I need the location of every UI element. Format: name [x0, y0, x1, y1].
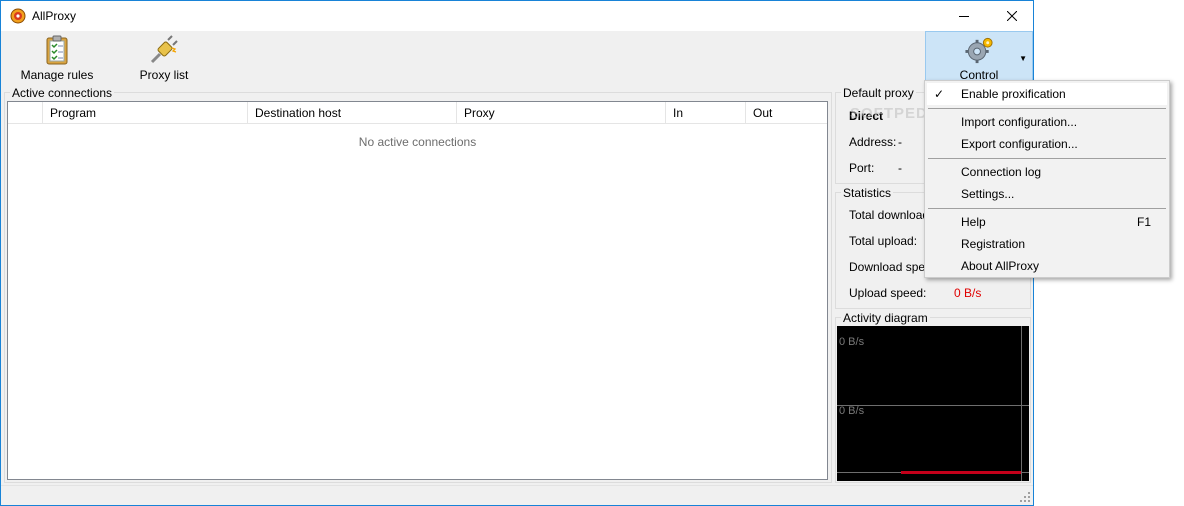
menu-item-connection-log[interactable]: Connection log	[927, 161, 1167, 183]
menu-item-label: Export configuration...	[961, 137, 1078, 151]
menu-item-label: Import configuration...	[961, 115, 1078, 129]
close-button[interactable]	[989, 1, 1035, 31]
control-button[interactable]: Control ▼	[925, 31, 1033, 83]
app-window: AllProxy Manage rules Proxy list Control…	[0, 0, 1034, 506]
diagram-cursor-line	[1021, 326, 1022, 481]
port-value: -	[898, 161, 902, 175]
menu-item-label: Registration	[961, 237, 1026, 251]
menu-item-help[interactable]: Help F1	[927, 211, 1167, 233]
menu-item-enable-proxification[interactable]: ✓ Enable proxification	[927, 83, 1167, 105]
menu-separator	[928, 158, 1166, 159]
menu-item-export-configuration[interactable]: Export configuration...	[927, 133, 1167, 155]
proxy-list-label: Proxy list	[139, 68, 189, 82]
resize-grip-icon[interactable]	[1020, 492, 1030, 502]
list-header: Program Destination host Proxy In Out	[8, 102, 827, 124]
empty-list-message: No active connections	[358, 135, 477, 149]
window-title: AllProxy	[32, 9, 77, 23]
diagram-traffic-line	[901, 471, 1021, 474]
status-bar	[1, 485, 1033, 505]
menu-item-import-configuration[interactable]: Import configuration...	[927, 111, 1167, 133]
upload-speed-label: Upload speed:	[849, 286, 927, 300]
menu-separator	[928, 208, 1166, 209]
toolbar: Manage rules Proxy list Control ▼	[1, 31, 1033, 83]
menu-item-label: Enable proxification	[961, 87, 1066, 101]
title-bar: AllProxy	[1, 1, 1033, 31]
column-in[interactable]: In	[665, 102, 745, 124]
menu-item-registration[interactable]: Registration	[927, 233, 1167, 255]
diagram-top-label: 0 B/s	[839, 336, 865, 348]
address-label: Address:	[849, 135, 897, 149]
active-connections-title: Active connections	[10, 86, 115, 100]
connections-list[interactable]: Program Destination host Proxy In Out No…	[7, 101, 828, 480]
menu-item-label: About AllProxy	[961, 259, 1040, 273]
diagram-midline	[837, 405, 1029, 406]
menu-item-shortcut: F1	[1136, 215, 1151, 229]
proxy-list-button[interactable]: Proxy list	[131, 31, 197, 83]
manage-rules-button[interactable]: Manage rules	[15, 31, 99, 83]
plug-icon	[150, 35, 178, 64]
close-icon	[1007, 11, 1017, 21]
column-destination-host[interactable]: Destination host	[247, 102, 456, 124]
gears-icon	[965, 37, 993, 64]
manage-rules-label: Manage rules	[20, 68, 94, 82]
maximize-button-2[interactable]	[942, 1, 988, 31]
activity-diagram-title: Activity diagram	[841, 311, 930, 325]
clipboard-checklist-icon	[46, 35, 68, 65]
menu-item-label: Settings...	[961, 187, 1015, 201]
column-program[interactable]: Program	[42, 102, 247, 124]
menu-item-label: Help	[961, 215, 986, 229]
total-upload-label: Total upload:	[849, 234, 918, 248]
activity-diagram: 0 B/s 0 B/s	[837, 326, 1029, 481]
default-proxy-title: Default proxy	[841, 86, 916, 100]
column-proxy[interactable]: Proxy	[456, 102, 665, 124]
diagram-mid-label: 0 B/s	[839, 405, 865, 417]
menu-item-about[interactable]: About AllProxy	[927, 255, 1167, 277]
port-label: Port:	[849, 161, 875, 175]
total-download-label: Total download:	[849, 208, 933, 222]
menu-item-label: Connection log	[961, 165, 1042, 179]
statistics-title: Statistics	[841, 186, 894, 200]
check-icon: ✓	[934, 87, 945, 101]
address-value: -	[898, 135, 902, 149]
column-out[interactable]: Out	[745, 102, 827, 124]
menu-separator	[928, 108, 1166, 109]
menu-item-settings[interactable]: Settings...	[927, 183, 1167, 205]
chevron-down-icon[interactable]: ▼	[1019, 54, 1027, 63]
allproxy-logo-icon	[10, 8, 26, 24]
upload-speed-value: 0 B/s	[954, 286, 982, 300]
control-menu: ✓ Enable proxification Import configurat…	[924, 80, 1170, 278]
